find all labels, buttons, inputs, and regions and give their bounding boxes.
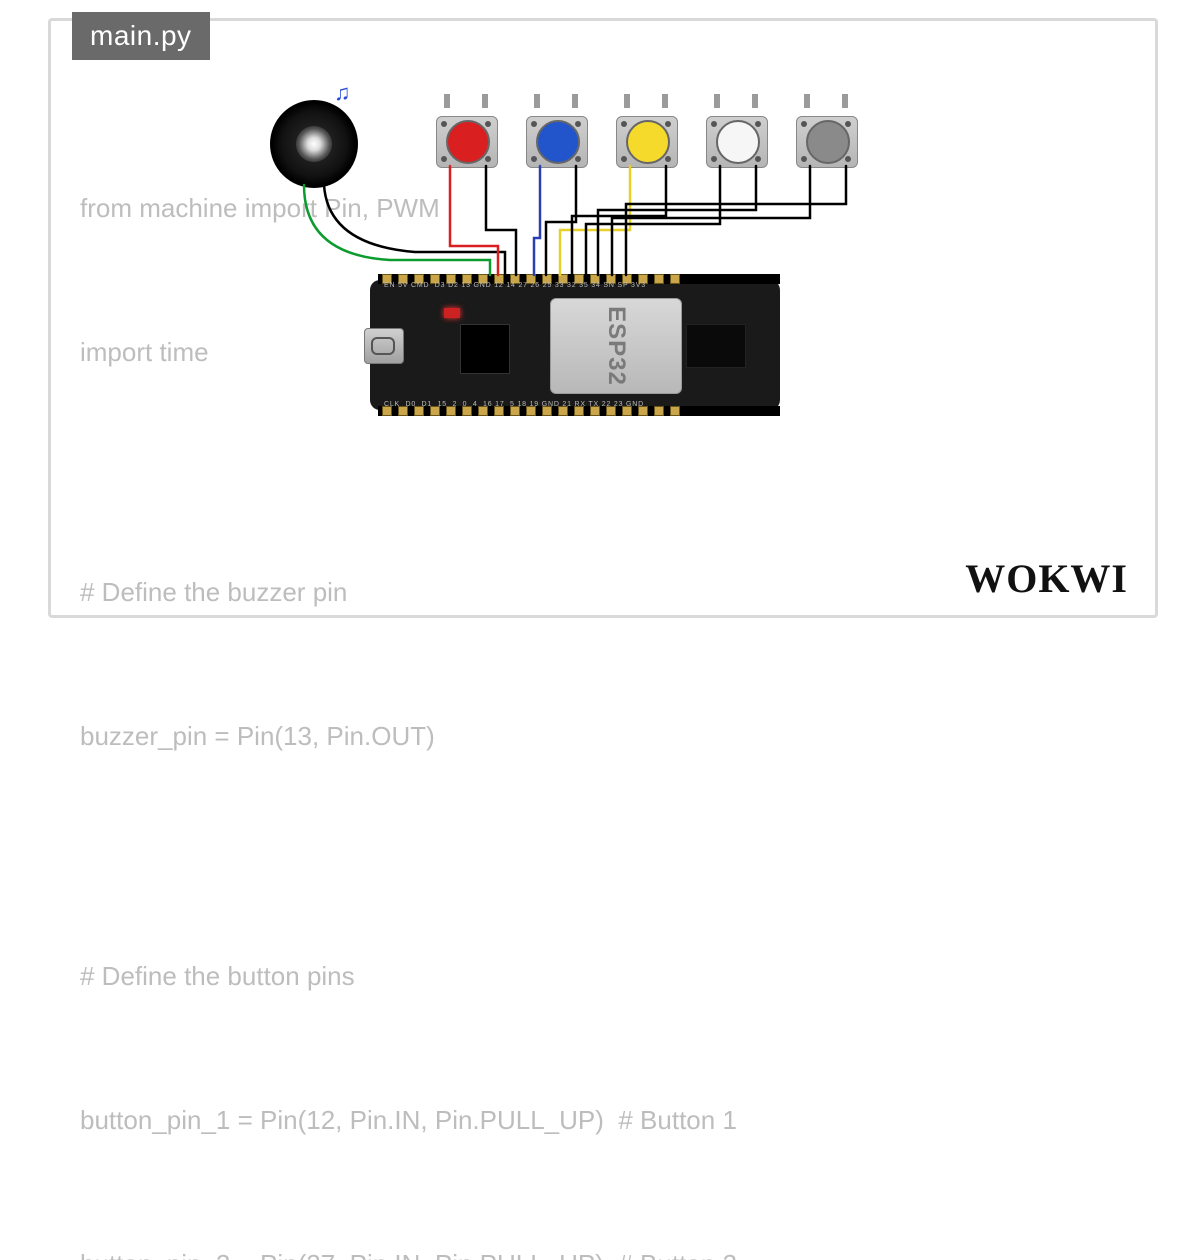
code-line: # Define the button pins <box>80 952 737 1000</box>
circuit-diagram[interactable]: ♫ EN 5V CMD D3 D2 13 GND 12 14 27 26 25 <box>240 70 920 420</box>
board-led-icon <box>444 308 460 318</box>
file-tab-label: main.py <box>90 20 192 51</box>
button-cap <box>626 120 670 164</box>
mcu-chip-icon <box>460 324 510 374</box>
push-button-white[interactable] <box>700 106 772 166</box>
buzzer-cone <box>296 126 332 162</box>
file-tab[interactable]: main.py <box>72 12 210 60</box>
usb-port-icon <box>364 328 404 364</box>
button-cap <box>446 120 490 164</box>
button-cap <box>536 120 580 164</box>
music-note-icon: ♫ <box>334 80 351 106</box>
code-line: buzzer_pin = Pin(13, Pin.OUT) <box>80 712 737 760</box>
push-button-gray[interactable] <box>790 106 862 166</box>
esp32-module: ESP32 <box>550 298 682 394</box>
pin-labels-bottom: CLK D0 D1 15 2 0 4 16 17 5 18 19 GND 21 … <box>384 401 774 408</box>
button-lead <box>444 94 450 108</box>
esp32-board[interactable]: EN 5V CMD D3 D2 13 GND 12 14 27 26 25 33… <box>370 280 780 410</box>
code-line: button_pin_2 = Pin(27, Pin.IN, Pin.PULL_… <box>80 1240 737 1260</box>
code-line: # Define the buzzer pin <box>80 568 737 616</box>
brand-logo: WOKWI <box>965 555 1128 602</box>
button-cap <box>716 120 760 164</box>
button-cap <box>806 120 850 164</box>
buzzer-component[interactable] <box>270 100 358 188</box>
push-button-blue[interactable] <box>520 106 592 166</box>
push-button-red[interactable] <box>430 106 502 166</box>
button-lead <box>482 94 488 108</box>
antenna-icon <box>686 324 746 368</box>
code-line: button_pin_1 = Pin(12, Pin.IN, Pin.PULL_… <box>80 1096 737 1144</box>
push-button-yellow[interactable] <box>610 106 682 166</box>
pin-labels-top: EN 5V CMD D3 D2 13 GND 12 14 27 26 25 33… <box>384 282 774 289</box>
